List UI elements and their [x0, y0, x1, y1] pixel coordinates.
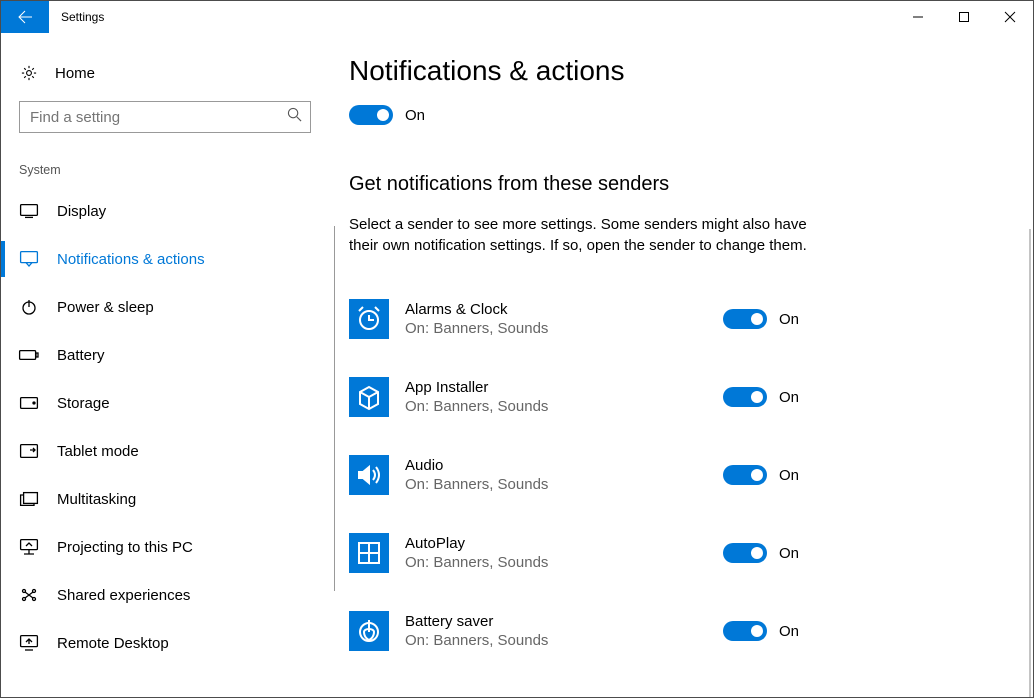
sender-toggle-label: On: [779, 545, 799, 562]
minimize-button[interactable]: [895, 1, 941, 33]
sender-toggle[interactable]: [723, 543, 767, 563]
sender-toggle-label: On: [779, 623, 799, 640]
sender-toggle-label: On: [779, 467, 799, 484]
projecting-icon: [19, 539, 39, 555]
sender-row-audio[interactable]: Audio On: Banners, Sounds On: [349, 436, 809, 514]
nav-item-battery[interactable]: Battery: [1, 331, 321, 379]
nav-item-storage[interactable]: Storage: [1, 379, 321, 427]
tablet-icon: [19, 444, 39, 458]
window-title: Settings: [49, 1, 116, 33]
nav-item-label: Remote Desktop: [57, 635, 169, 652]
sender-name: Audio: [405, 457, 723, 474]
battery-icon: [19, 349, 39, 361]
app-installer-icon: [349, 377, 389, 417]
sender-row-app-installer[interactable]: App Installer On: Banners, Sounds On: [349, 358, 809, 436]
display-icon: [19, 204, 39, 218]
category-label: System: [19, 163, 321, 177]
search-icon: [287, 107, 302, 127]
content-divider: [334, 226, 335, 591]
master-toggle-label: On: [405, 107, 425, 124]
nav-item-display[interactable]: Display: [1, 187, 321, 235]
nav-item-label: Shared experiences: [57, 587, 190, 604]
sidebar: Home System Display: [1, 33, 321, 697]
sender-row-alarms[interactable]: Alarms & Clock On: Banners, Sounds On: [349, 280, 809, 358]
section-desc: Select a sender to see more settings. So…: [349, 214, 809, 256]
sender-toggle-label: On: [779, 311, 799, 328]
battery-saver-icon: [349, 611, 389, 651]
nav-item-power[interactable]: Power & sleep: [1, 283, 321, 331]
close-icon: [1005, 12, 1015, 22]
multitasking-icon: [19, 492, 39, 506]
nav-item-label: Battery: [57, 347, 105, 364]
close-button[interactable]: [987, 1, 1033, 33]
arrow-left-icon: [17, 9, 33, 25]
nav-item-notifications[interactable]: Notifications & actions: [1, 235, 321, 283]
audio-icon: [349, 455, 389, 495]
sender-name: App Installer: [405, 379, 723, 396]
sender-status: On: Banners, Sounds: [405, 320, 723, 337]
window-controls: [895, 1, 1033, 33]
nav-item-projecting[interactable]: Projecting to this PC: [1, 523, 321, 571]
sender-status: On: Banners, Sounds: [405, 398, 723, 415]
sender-name: AutoPlay: [405, 535, 723, 552]
nav-item-label: Storage: [57, 395, 110, 412]
sender-status: On: Banners, Sounds: [405, 554, 723, 571]
scrollbar[interactable]: [1029, 229, 1031, 697]
gear-icon: [19, 64, 39, 82]
content-area: Notifications & actions On Get notificat…: [321, 33, 1033, 697]
settings-window: Settings Home: [0, 0, 1034, 698]
nav-item-tablet[interactable]: Tablet mode: [1, 427, 321, 475]
sender-row-autoplay[interactable]: AutoPlay On: Banners, Sounds On: [349, 514, 809, 592]
shared-icon: [19, 587, 39, 603]
storage-icon: [19, 397, 39, 409]
alarms-clock-icon: [349, 299, 389, 339]
sender-status: On: Banners, Sounds: [405, 476, 723, 493]
sender-name: Battery saver: [405, 613, 723, 630]
nav-item-multitasking[interactable]: Multitasking: [1, 475, 321, 523]
nav-item-remote[interactable]: Remote Desktop: [1, 619, 321, 667]
minimize-icon: [913, 12, 923, 22]
sender-toggle[interactable]: [723, 387, 767, 407]
sender-toggle[interactable]: [723, 465, 767, 485]
nav-item-label: Notifications & actions: [57, 251, 205, 268]
page-title: Notifications & actions: [349, 55, 1033, 87]
master-toggle[interactable]: [349, 105, 393, 125]
remote-desktop-icon: [19, 635, 39, 651]
home-label: Home: [55, 65, 95, 82]
sender-toggle[interactable]: [723, 621, 767, 641]
home-button[interactable]: Home: [19, 51, 321, 95]
section-title: Get notifications from these senders: [349, 173, 1033, 196]
sender-toggle-label: On: [779, 389, 799, 406]
nav-item-label: Display: [57, 203, 106, 220]
back-button[interactable]: [1, 1, 49, 33]
sender-row-battery-saver[interactable]: Battery saver On: Banners, Sounds On: [349, 592, 809, 670]
maximize-icon: [959, 12, 969, 22]
search-input-container[interactable]: [19, 101, 311, 133]
notifications-icon: [19, 251, 39, 267]
nav-item-label: Tablet mode: [57, 443, 139, 460]
sender-toggle[interactable]: [723, 309, 767, 329]
search-input[interactable]: [28, 108, 268, 127]
titlebar: Settings: [1, 1, 1033, 33]
nav-list: Display Notifications & actions Power & …: [1, 187, 321, 667]
power-icon: [19, 299, 39, 315]
nav-item-shared[interactable]: Shared experiences: [1, 571, 321, 619]
sender-status: On: Banners, Sounds: [405, 632, 723, 649]
maximize-button[interactable]: [941, 1, 987, 33]
nav-item-label: Projecting to this PC: [57, 539, 193, 556]
nav-item-label: Power & sleep: [57, 299, 154, 316]
autoplay-icon: [349, 533, 389, 573]
nav-item-label: Multitasking: [57, 491, 136, 508]
master-toggle-row: On: [349, 105, 1033, 125]
sender-name: Alarms & Clock: [405, 301, 723, 318]
senders-list: Alarms & Clock On: Banners, Sounds On Ap…: [349, 280, 1033, 670]
